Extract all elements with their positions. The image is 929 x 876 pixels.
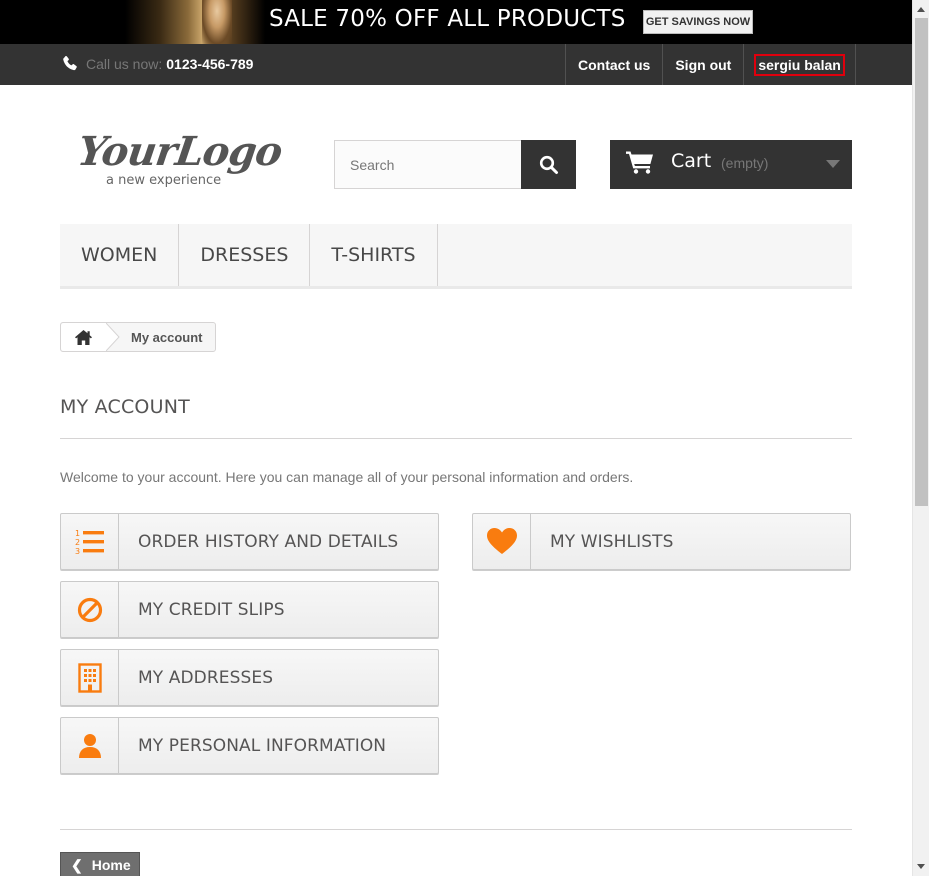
- credit-slips-button[interactable]: MY CREDIT SLIPS: [60, 581, 439, 638]
- svg-text:3: 3: [75, 547, 80, 556]
- ban-icon: [61, 582, 119, 637]
- banner-image: [125, 0, 265, 44]
- vertical-scrollbar[interactable]: [912, 0, 929, 876]
- logo-text: YourLogo: [74, 128, 285, 175]
- phone-icon: [63, 55, 77, 71]
- menu-item-t-shirts[interactable]: T-SHIRTS: [310, 224, 438, 286]
- addresses-label: MY ADDRESSES: [138, 667, 274, 688]
- svg-text:1: 1: [75, 529, 80, 538]
- order-history-label: ORDER HISTORY AND DETAILS: [138, 531, 399, 552]
- phone-number: 0123-456-789: [166, 56, 254, 72]
- order-list-icon: 1 2 3: [61, 514, 119, 569]
- building-icon: [61, 650, 119, 705]
- menu-item-dresses[interactable]: DRESSES: [179, 224, 311, 286]
- search-form: [334, 140, 576, 189]
- promo-banner[interactable]: SALE 70% OFF ALL PRODUCTS GET SAVINGS NO…: [0, 0, 912, 44]
- menu-item-women[interactable]: WOMEN: [60, 224, 180, 286]
- chevron-down-icon: [826, 160, 840, 168]
- search-input[interactable]: [334, 140, 521, 189]
- banner-model-image: [202, 0, 232, 44]
- search-button[interactable]: [521, 140, 576, 189]
- home-button-label: Home: [91, 857, 131, 873]
- account-username[interactable]: sergiu balan: [754, 53, 845, 76]
- user-nav: Contact us Sign out sergiu balan: [565, 44, 856, 85]
- title-divider: [60, 438, 852, 439]
- logo-tagline: a new experience: [106, 173, 222, 188]
- get-savings-button[interactable]: GET SAVINGS NOW: [643, 10, 753, 34]
- breadcrumb-home[interactable]: [61, 323, 106, 351]
- wishlists-label: MY WISHLISTS: [550, 531, 674, 552]
- scrollbar-thumb[interactable]: [915, 18, 928, 506]
- svg-text:2: 2: [75, 538, 80, 547]
- contact-us-link[interactable]: Contact us: [565, 44, 662, 85]
- cart-label: Cart: [671, 150, 712, 172]
- page-title: MY ACCOUNT: [60, 396, 190, 418]
- cart-status: (empty): [721, 155, 769, 171]
- heart-icon: [473, 514, 531, 569]
- breadcrumb-separator: [106, 323, 120, 351]
- site-logo[interactable]: YourLogo a new experience: [75, 128, 285, 192]
- user-icon: [61, 718, 119, 773]
- phone-info: Call us now: 0123-456-789: [60, 52, 253, 76]
- shopping-cart-icon: [626, 151, 653, 174]
- sign-out-link[interactable]: Sign out: [662, 44, 743, 85]
- search-icon: [539, 155, 558, 174]
- breadcrumb: My account: [60, 322, 216, 352]
- welcome-text: Welcome to your account. Here you can ma…: [60, 469, 634, 485]
- personal-info-button[interactable]: MY PERSONAL INFORMATION: [60, 717, 439, 774]
- account-link[interactable]: sergiu balan: [743, 44, 856, 85]
- order-history-button[interactable]: 1 2 3 ORDER HISTORY AND DETAILS: [60, 513, 439, 570]
- scroll-down-arrow-icon[interactable]: [917, 864, 925, 869]
- banner-text: SALE 70% OFF ALL PRODUCTS: [269, 6, 626, 32]
- breadcrumb-current: My account: [131, 329, 203, 345]
- chevron-left-icon: ❮: [71, 856, 83, 873]
- home-icon: [75, 329, 92, 345]
- scroll-up-arrow-icon[interactable]: [917, 7, 925, 12]
- call-us-label: Call us now:: [86, 56, 163, 72]
- wishlists-button[interactable]: MY WISHLISTS: [472, 513, 851, 570]
- addresses-button[interactable]: MY ADDRESSES: [60, 649, 439, 706]
- personal-info-label: MY PERSONAL INFORMATION: [138, 735, 387, 756]
- cart-button[interactable]: Cart (empty): [610, 140, 852, 189]
- credit-slips-label: MY CREDIT SLIPS: [138, 599, 285, 620]
- top-nav-bar: Call us now: 0123-456-789 Contact us Sig…: [0, 44, 912, 85]
- home-button[interactable]: ❮ Home: [60, 852, 140, 876]
- footer-divider: [60, 829, 852, 830]
- category-menu: WOMEN DRESSES T-SHIRTS: [60, 224, 852, 289]
